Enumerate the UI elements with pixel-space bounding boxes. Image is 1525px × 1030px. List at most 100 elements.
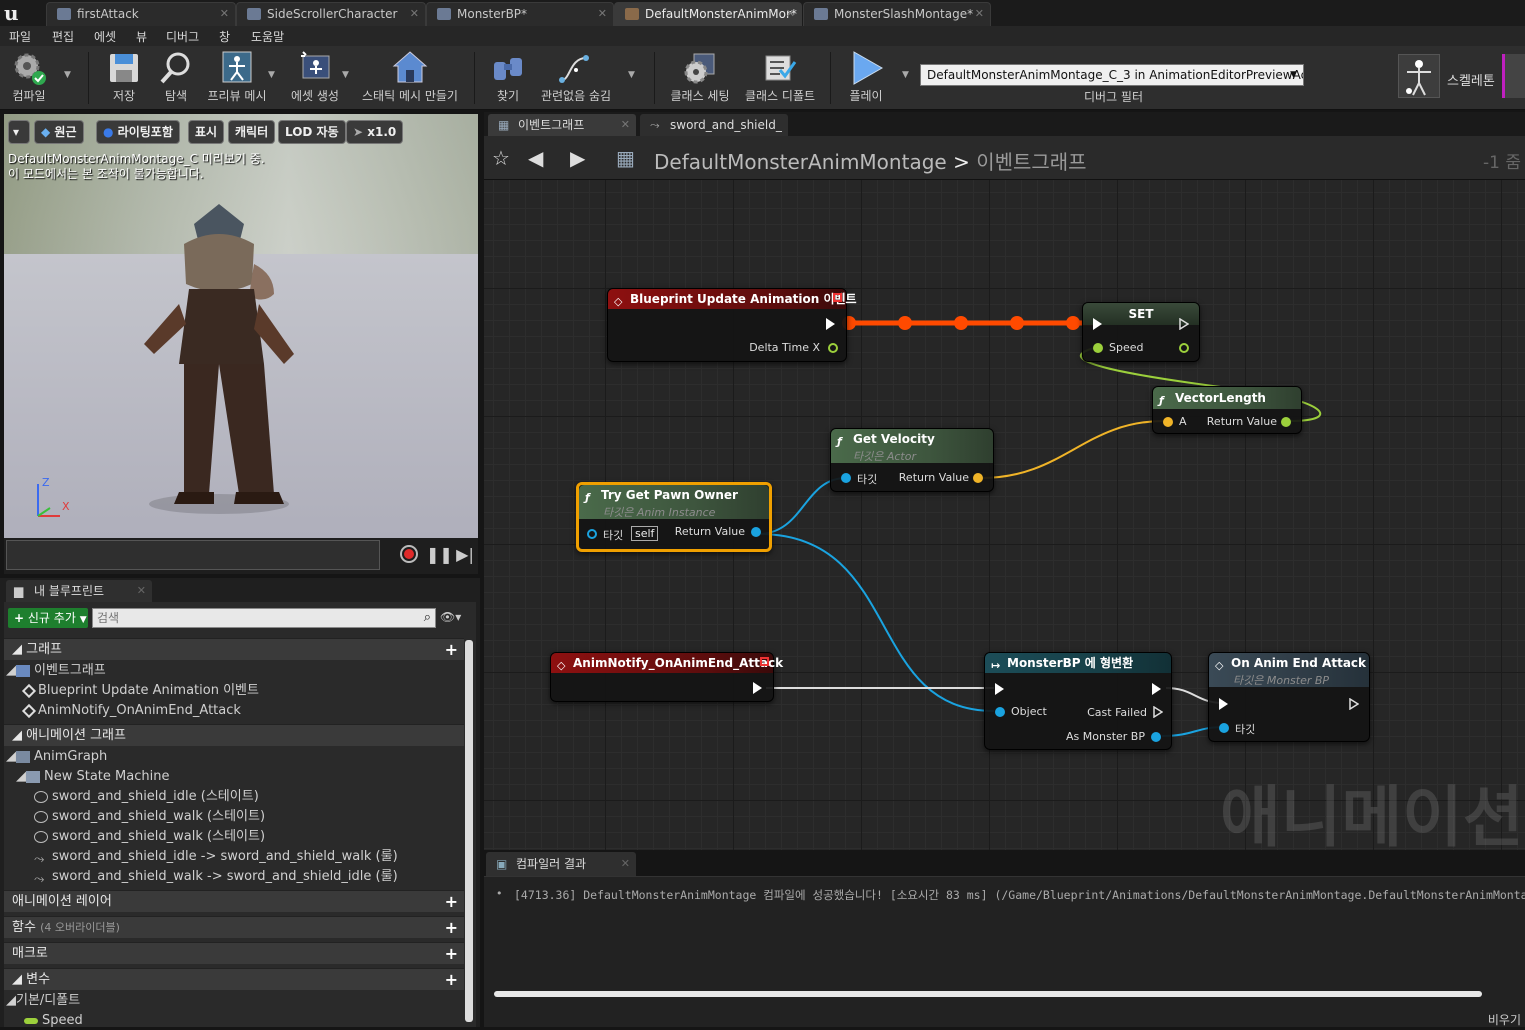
exec-output-pin-icon[interactable] <box>1349 698 1359 710</box>
compiler-horizontal-scrollbar[interactable] <box>494 991 1482 997</box>
search-icon[interactable]: ⌕ <box>424 610 431 625</box>
delegate-pin-icon[interactable] <box>760 657 769 666</box>
menu-file[interactable]: 파일 <box>9 28 31 45</box>
exec-cast-failed-pin-icon[interactable] <box>1153 706 1163 718</box>
close-icon[interactable]: ✕ <box>975 3 984 25</box>
menu-window[interactable]: 창 <box>219 28 230 45</box>
mesh-mode-button[interactable] <box>1502 54 1525 98</box>
object-input-pin-icon[interactable] <box>1219 723 1229 733</box>
playback-speed-button[interactable]: ➤ x1.0 <box>346 120 404 144</box>
menu-help[interactable]: 도움말 <box>251 28 284 45</box>
make-static-mesh-button[interactable]: 스태틱 메시 만들기 <box>358 50 462 108</box>
delegate-pin-icon[interactable] <box>833 293 842 302</box>
character-button[interactable]: 캐릭터 <box>228 120 276 144</box>
preview-viewport[interactable]: ▾ ◆ 원근 ● 라이팅포함 표시 캐릭터 LOD 자동 ➤ x1.0 Defa… <box>4 114 478 538</box>
object-input-pin-icon[interactable] <box>587 529 597 539</box>
exec-input-pin-icon[interactable] <box>995 683 1004 695</box>
hide-unrelated-button[interactable]: 관련없음 숨김 <box>538 50 614 108</box>
preview-mesh-button[interactable]: 프리뷰 메시 <box>204 50 270 108</box>
tree-item-transition-idle-walk[interactable]: ⤳ sword_and_shield_idle -> sword_and_shie… <box>34 848 398 867</box>
unreal-logo-icon[interactable]: u <box>4 2 26 24</box>
pause-button[interactable]: ❚❚ <box>426 544 453 566</box>
add-layer-plus-icon[interactable]: + <box>445 891 458 913</box>
vector-input-pin-icon[interactable] <box>1163 417 1173 427</box>
save-button[interactable]: 저장 <box>100 50 148 108</box>
close-icon[interactable]: ✕ <box>786 3 795 25</box>
exec-input-pin-icon[interactable] <box>1093 318 1102 330</box>
tree-item-event-bua[interactable]: Blueprint Update Animation 이벤트 <box>21 682 259 700</box>
node-set-speed[interactable]: SET Speed <box>1082 302 1200 362</box>
view-options-eye-icon[interactable]: 👁▾ <box>440 610 461 624</box>
class-settings-button[interactable]: 클래스 세팅 <box>666 50 734 108</box>
add-new-button[interactable]: + 신규 추가 ▼ <box>8 608 88 628</box>
object-output-pin-icon[interactable] <box>751 527 761 537</box>
add-function-plus-icon[interactable]: + <box>445 917 458 939</box>
timeline-scrubber[interactable] <box>6 540 380 570</box>
create-asset-chevron-icon[interactable]: ▼ <box>342 70 349 80</box>
my-blueprint-tab[interactable]: ▆ 내 블루프린트 ✕ <box>6 580 152 602</box>
section-anim-layers[interactable]: 애니메이션 레이어 + <box>4 890 464 912</box>
node-vector-length[interactable]: ƒ VectorLength A Return Value <box>1152 386 1302 434</box>
menu-view[interactable]: 뷰 <box>136 28 147 45</box>
breadcrumb-root[interactable]: DefaultMonsterAnimMontage <box>654 150 947 174</box>
tree-item-anim-graph[interactable]: ◢ AnimGraph <box>6 748 107 766</box>
menu-asset[interactable]: 에셋 <box>94 28 116 45</box>
exec-input-pin-icon[interactable] <box>1219 698 1228 710</box>
tab-event-graph[interactable]: ▦ 이벤트그래프 ✕ <box>488 114 636 136</box>
skeleton-mode-button[interactable] <box>1398 54 1440 98</box>
object-output-pin-icon[interactable] <box>1151 732 1161 742</box>
tab-monster-slash-montage[interactable]: MonsterSlashMontage* ✕ <box>803 2 991 26</box>
viewport-options-button[interactable]: ▾ <box>8 120 30 144</box>
clear-button[interactable]: 비우기 <box>1488 1011 1521 1028</box>
close-icon[interactable]: ✕ <box>410 3 419 25</box>
menu-debug[interactable]: 디버그 <box>166 28 199 45</box>
add-macro-plus-icon[interactable]: + <box>445 943 458 965</box>
tree-item-state-walk[interactable]: sword_and_shield_walk (스테이트) <box>34 808 265 826</box>
find-button[interactable]: 찾기 <box>484 50 532 108</box>
tree-item-state-machine[interactable]: ◢ New State Machine <box>16 768 169 786</box>
step-forward-button[interactable]: ▶| <box>454 544 476 566</box>
exec-output-pin-icon[interactable] <box>753 682 762 694</box>
section-graphs[interactable]: ◢ 그래프 + <box>4 638 464 660</box>
compiler-message[interactable]: [4713.36] DefaultMonsterAnimMontage 컴파일에… <box>514 887 1525 903</box>
compiler-results-tab[interactable]: ▣ 컴파일러 결과 ✕ <box>486 852 636 876</box>
section-functions[interactable]: 함수 (4 오버라이더블) + <box>4 916 464 938</box>
float-input-pin-icon[interactable] <box>1093 343 1103 353</box>
my-blueprint-scrollbar[interactable] <box>465 640 473 1022</box>
node-on-anim-end-attack[interactable]: ◇ On Anim End Attack 타깃은 Monster BP 타깃 <box>1208 652 1370 742</box>
tree-item-transition-walk-idle[interactable]: ⤳ sword_and_shield_walk -> sword_and_shie… <box>34 868 398 887</box>
perspective-button[interactable]: ◆ 원근 <box>34 120 84 144</box>
float-output-pin-icon[interactable] <box>1281 417 1291 427</box>
show-button[interactable]: 표시 <box>188 120 225 144</box>
add-graph-plus-icon[interactable]: + <box>445 639 458 661</box>
section-variables[interactable]: ◢ 변수 + <box>4 968 464 990</box>
play-button[interactable]: 플레이 <box>842 50 890 108</box>
float-output-pin-icon[interactable] <box>1179 343 1189 353</box>
exec-output-pin-icon[interactable] <box>1179 318 1189 330</box>
menu-edit[interactable]: 편집 <box>52 28 74 45</box>
tree-item-default-category[interactable]: ◢기본/디폴트 <box>6 992 80 1010</box>
section-macros[interactable]: 매크로 + <box>4 942 464 964</box>
close-icon[interactable]: ✕ <box>137 580 146 602</box>
exec-output-pin-icon[interactable] <box>826 318 835 330</box>
preview-mesh-chevron-icon[interactable]: ▼ <box>268 70 275 80</box>
node-blueprint-update-animation[interactable]: ◇ Blueprint Update Animation 이벤트 Delta T… <box>607 288 857 362</box>
create-asset-button[interactable]: 에셋 생성 <box>284 50 346 108</box>
exec-output-pin-icon[interactable] <box>1152 683 1161 695</box>
tree-item-state-walk-2[interactable]: sword_and_shield_walk (스테이트) <box>34 828 265 846</box>
tab-monster-bp[interactable]: MonsterBP* ✕ <box>426 2 614 26</box>
add-variable-plus-icon[interactable]: + <box>445 969 458 991</box>
record-button[interactable] <box>398 544 420 566</box>
float-output-pin-icon[interactable] <box>828 343 838 353</box>
favorite-star-icon[interactable]: ☆ <box>492 146 510 170</box>
forward-arrow-icon[interactable]: ▶ <box>570 146 585 170</box>
node-cast-to-monster-bp[interactable]: ↦ MonsterBP 에 형변환 Object Cast Failed As … <box>984 652 1172 750</box>
close-icon[interactable]: ✕ <box>621 114 630 136</box>
tab-default-monster-anim[interactable]: DefaultMonsterAnimMor* ✕ <box>614 2 802 26</box>
back-arrow-icon[interactable]: ◀ <box>528 146 543 170</box>
tree-item-event-graph[interactable]: ◢ 이벤트그래프 <box>6 662 106 680</box>
tree-item-var-speed[interactable]: Speed <box>24 1012 83 1030</box>
object-input-pin-icon[interactable] <box>995 707 1005 717</box>
lit-mode-button[interactable]: ● 라이팅포함 <box>96 120 180 144</box>
class-defaults-button[interactable]: 클래스 디폴트 <box>742 50 818 108</box>
